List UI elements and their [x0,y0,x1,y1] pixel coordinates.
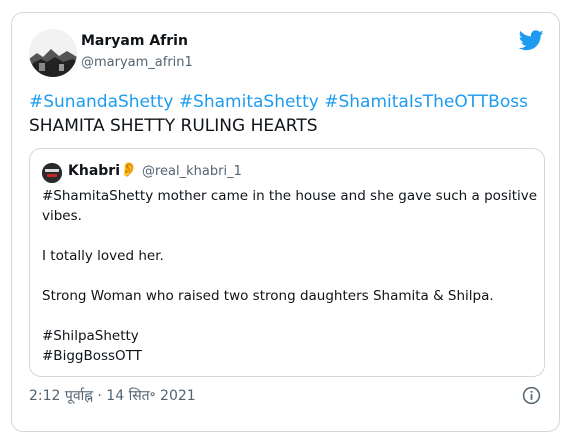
quoted-author-handle[interactable]: @real_khabri_1 [142,164,242,179]
ear-emoji-icon: 👂 [120,162,138,178]
author-name[interactable]: Maryam Afrin [81,33,188,49]
info-circle-icon[interactable] [522,386,541,405]
tweet-card[interactable]: Maryam Afrin @maryam_afrin1 #SunandaShet… [11,12,560,432]
quoted-text-line: vibes. [42,208,82,224]
hashtag-line: #SunandaShetty #ShamitaShetty #ShamitaIs… [29,91,528,114]
hashtag-link[interactable]: #ShamitaShetty [179,92,319,112]
tweet-timestamp[interactable]: 2:12 पूर्वाह्न · 14 सित॰ 2021 [29,386,196,405]
twitter-bird-icon[interactable] [518,30,544,51]
quoted-hashtag[interactable]: #ShilpaShetty [42,328,139,344]
quoted-author-name[interactable]: Khabri [68,163,120,179]
quoted-avatar[interactable] [42,163,62,183]
author-handle[interactable]: @maryam_afrin1 [81,55,193,70]
quoted-text-line: Strong Woman who raised two strong daugh… [42,288,494,304]
hashtag-link[interactable]: #ShamitaIsTheOTTBoss [324,92,528,112]
quoted-text-line: I totally loved her. [42,248,164,264]
hashtag-link[interactable]: #SunandaShetty [29,92,173,112]
tweet-text: SHAMITA SHETTY RULING HEARTS [29,116,318,136]
quoted-tweet[interactable]: Khabri 👂 @real_khabri_1 #ShamitaShetty m… [29,148,545,377]
quoted-text-line: #ShamitaShetty mother came in the house … [42,188,538,204]
quoted-hashtag[interactable]: #BiggBossOTT [42,348,142,364]
author-avatar[interactable] [29,29,77,77]
